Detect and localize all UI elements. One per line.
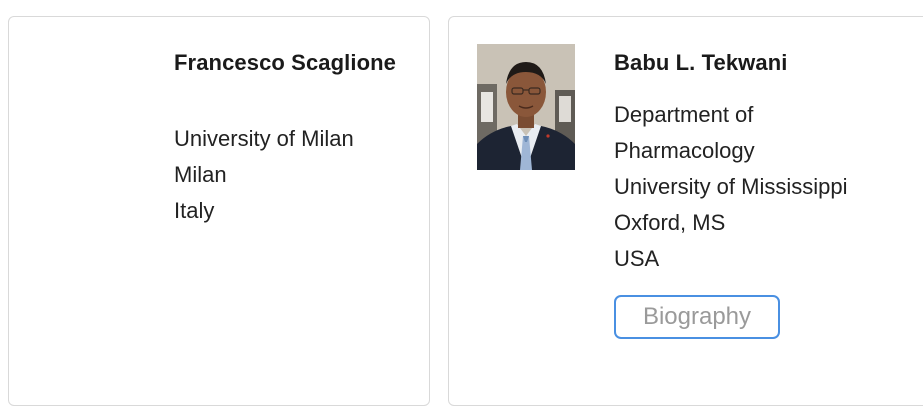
person-card-scaglione: Francesco Scaglione University of Milan …	[8, 16, 430, 406]
affiliation-line: Pharmacology	[614, 138, 755, 163]
affiliation-line: Oxford, MS	[614, 210, 726, 235]
person-name: Francesco Scaglione	[174, 50, 396, 75]
person-affiliation: Department of Pharmacology University of…	[614, 97, 848, 277]
affiliation-line: Milan	[174, 162, 227, 187]
person-name: Babu L. Tekwani	[614, 50, 788, 75]
person-photo	[477, 44, 575, 170]
person-card-tekwani: Babu L. Tekwani Department of Pharmacolo…	[448, 16, 923, 406]
affiliation-line: Italy	[174, 198, 215, 223]
biography-button[interactable]: Biography	[614, 295, 780, 339]
affiliation-line: USA	[614, 246, 660, 271]
affiliation-line: University of Mississippi	[614, 174, 848, 199]
affiliation-line: University of Milan	[174, 126, 354, 151]
affiliation-line: Department of	[614, 102, 754, 127]
person-affiliation: University of Milan Milan Italy	[174, 121, 354, 229]
